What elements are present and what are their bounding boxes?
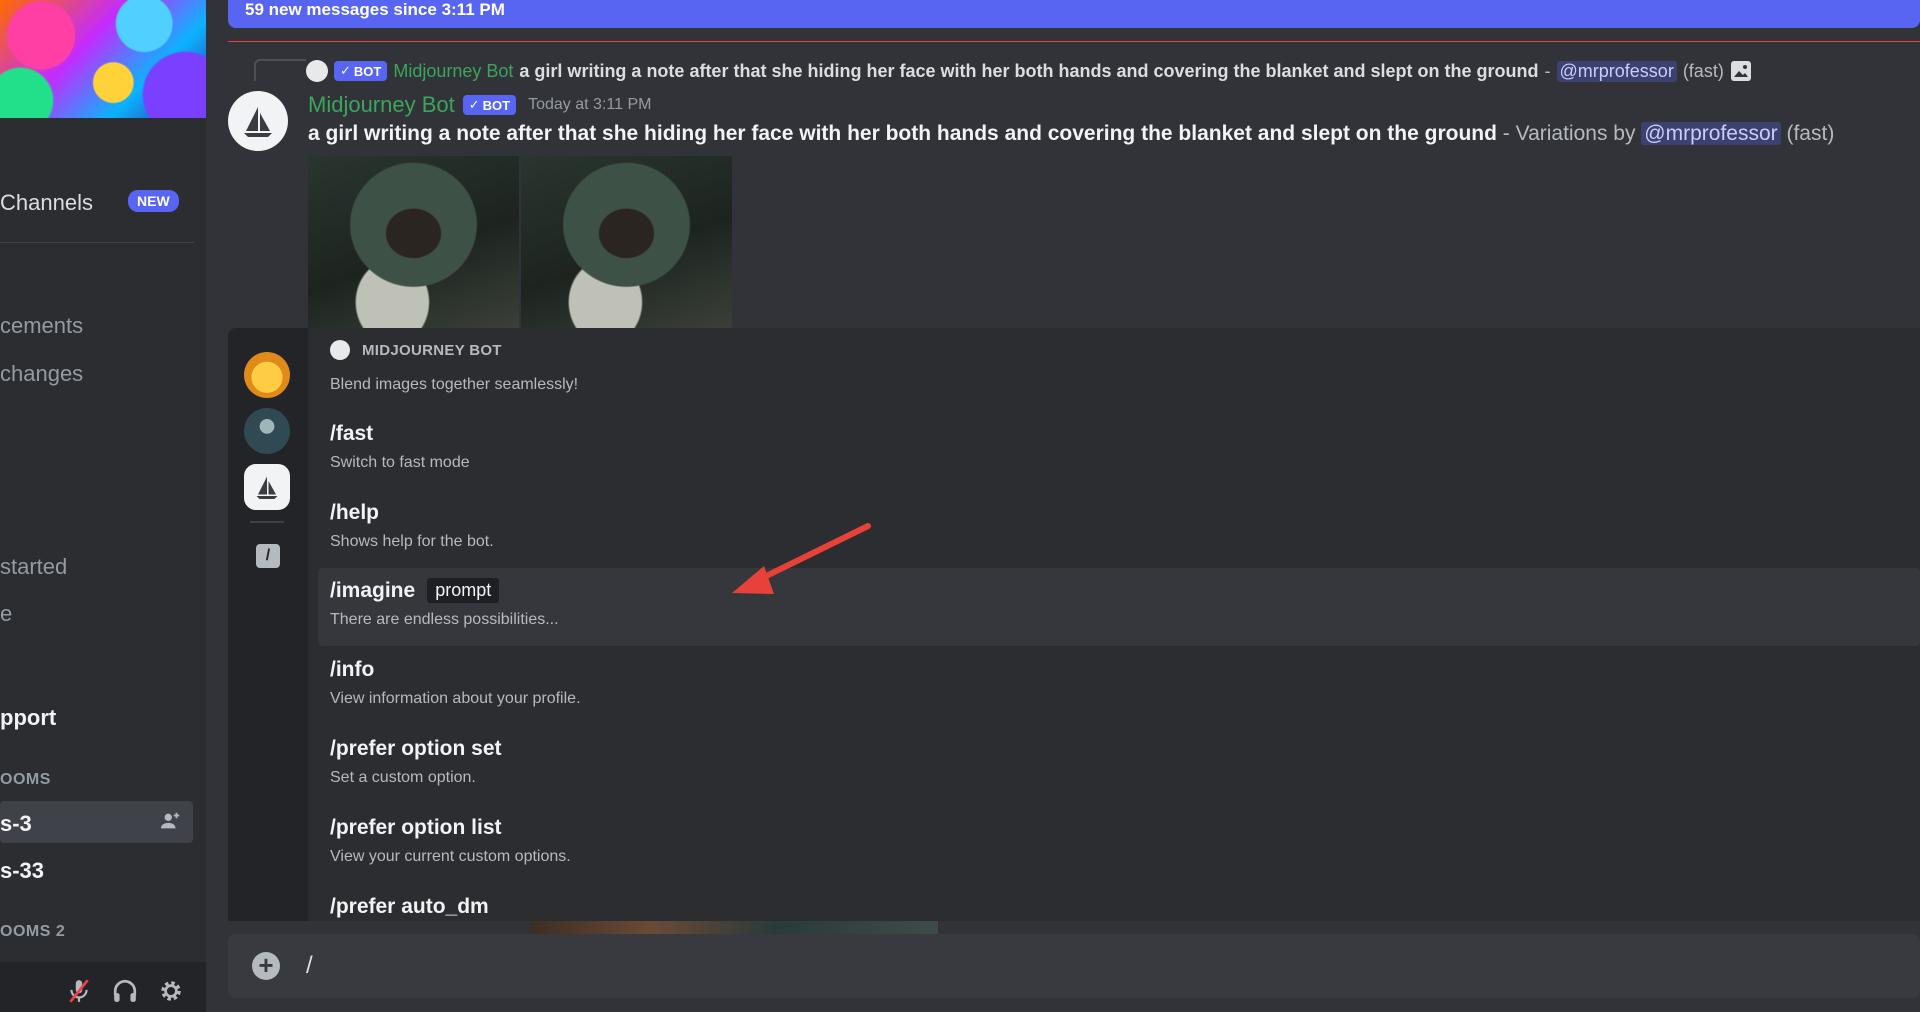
rail-separator (250, 521, 284, 523)
command-prefer-auto-dm[interactable]: /prefer auto_dm (318, 885, 1920, 921)
bot-header-label: MIDJOURNEY BOT (362, 341, 502, 359)
sidebar-item-changes[interactable]: changes (0, 361, 83, 387)
mute-mic-icon[interactable] (66, 978, 92, 1004)
generated-image-2[interactable] (521, 156, 732, 328)
command-description: View your current custom options. (330, 848, 571, 865)
command-name: /imagine (330, 578, 416, 602)
slash-commands-icon[interactable]: / (256, 544, 280, 568)
sidebar-room-s33[interactable]: s-33 (0, 858, 44, 884)
image-attachment-icon[interactable] (1730, 60, 1752, 82)
command-help[interactable]: /help Shows help for the bot. (318, 491, 1920, 569)
sidebar-item-support[interactable]: pport (0, 705, 56, 731)
message-mode: (fast) (1786, 122, 1835, 145)
message-timestamp: Today at 3:11 PM (528, 96, 652, 113)
command-name: /fast (330, 422, 374, 445)
channels-browse-item[interactable]: Channels (0, 190, 93, 216)
reply-mention[interactable]: @mrprofessor (1556, 60, 1677, 82)
category-rooms-2[interactable]: OOMS 2 (0, 923, 65, 941)
reply-text: a girl writing a note after that she hid… (519, 60, 1539, 81)
message-input-bar[interactable]: + / (228, 934, 1920, 998)
chat-area: 59 new messages since 3:11 PM ✓ BOT Midjo… (206, 0, 1920, 1012)
reply-author[interactable]: Midjourney Bot (393, 61, 513, 82)
message-variation-text: - Variations by (1496, 122, 1642, 145)
message-mention[interactable]: @mrprofessor (1641, 122, 1781, 145)
slash-command-popup: / MIDJOURNEY BOT Blend images together s… (228, 328, 1920, 921)
generated-image-grid[interactable] (308, 156, 732, 328)
command-description: Set a custom option. (330, 769, 476, 786)
reply-mode: (fast) (1682, 60, 1724, 81)
command-description: Shows help for the bot. (330, 533, 494, 550)
app-icon-emoji[interactable] (244, 352, 290, 398)
sidebar-item-announcements[interactable]: cements (0, 313, 83, 339)
reply-separator: - (1544, 60, 1551, 81)
command-name-row: /imagine prompt (330, 578, 1920, 603)
sidebar-divider (0, 242, 194, 243)
command-option-pill: prompt (427, 578, 500, 603)
message-author[interactable]: Midjourney Bot (308, 92, 455, 118)
new-messages-bar[interactable]: 59 new messages since 3:11 PM (228, 0, 1920, 28)
reply-connector (254, 59, 306, 81)
command-fast[interactable]: /fast Switch to fast mode (318, 412, 1920, 490)
headphones-icon[interactable] (112, 978, 138, 1004)
message-header: Midjourney Bot ✓ BOT Today at 3:11 PM (308, 92, 651, 118)
command-description: Switch to fast mode (330, 454, 470, 471)
sidebar-item-getting-started[interactable]: started (0, 554, 67, 580)
message-input-text[interactable]: / (306, 952, 313, 980)
reply-bot-tag: ✓ BOT (334, 61, 388, 81)
generated-image-1[interactable] (308, 156, 519, 328)
command-name: /prefer auto_dm (330, 895, 489, 918)
command-description: View information about your profile. (330, 690, 581, 707)
bot-section-header: MIDJOURNEY BOT (330, 340, 502, 360)
app-rail: / (228, 328, 308, 921)
reply-avatar (306, 60, 328, 82)
new-messages-divider (228, 41, 1920, 42)
reply-reference[interactable]: ✓ BOT Midjourney Bot a girl writing a not… (306, 58, 1752, 84)
sailboat-logo-icon (256, 476, 278, 499)
command-name: /help (330, 501, 380, 524)
app-icon-midjourney[interactable] (244, 464, 290, 510)
verified-check-icon: ✓ (340, 63, 351, 78)
blend-description[interactable]: Blend images together seamlessly! (330, 376, 578, 394)
message-prompt: a girl writing a note after that she hid… (308, 122, 1497, 145)
new-badge: NEW (128, 190, 179, 212)
command-name: /prefer option list (330, 816, 502, 839)
add-attachment-plus-icon[interactable]: + (252, 952, 280, 980)
verified-check-icon: ✓ (468, 97, 480, 112)
app-icon-character[interactable] (244, 408, 290, 454)
annotation-arrow-icon (732, 523, 871, 594)
message-bot-tag: ✓ BOT (462, 95, 517, 115)
command-description: There are endless possibilities... (330, 611, 559, 628)
sailboat-logo-icon (244, 107, 272, 137)
command-imagine[interactable]: /imagine prompt There are endless possib… (318, 568, 1920, 646)
sidebar-item-e[interactable]: e (0, 601, 12, 627)
category-rooms[interactable]: OOMS (0, 771, 51, 789)
settings-gear-icon[interactable] (158, 978, 184, 1004)
add-member-icon[interactable] (160, 810, 182, 832)
command-prefer-option-set[interactable]: /prefer option set Set a custom option. (318, 727, 1920, 805)
message-content: a girl writing a note after that she hid… (308, 122, 1834, 146)
command-prefer-option-list[interactable]: /prefer option list View your current cu… (318, 806, 1920, 884)
bot-header-avatar (330, 340, 350, 360)
command-info[interactable]: /info View information about your profil… (318, 648, 1920, 726)
command-name: /prefer option set (330, 737, 502, 760)
command-list: MIDJOURNEY BOT Blend images together sea… (308, 328, 1920, 921)
image-peek-behind-popup (530, 921, 938, 935)
bot-avatar[interactable] (228, 91, 288, 151)
server-banner-image (0, 0, 206, 118)
command-name: /info (330, 658, 375, 681)
sidebar-room-s3[interactable]: s-3 (0, 811, 32, 837)
channel-sidebar: Channels NEW cements changes started e p… (0, 0, 206, 1012)
